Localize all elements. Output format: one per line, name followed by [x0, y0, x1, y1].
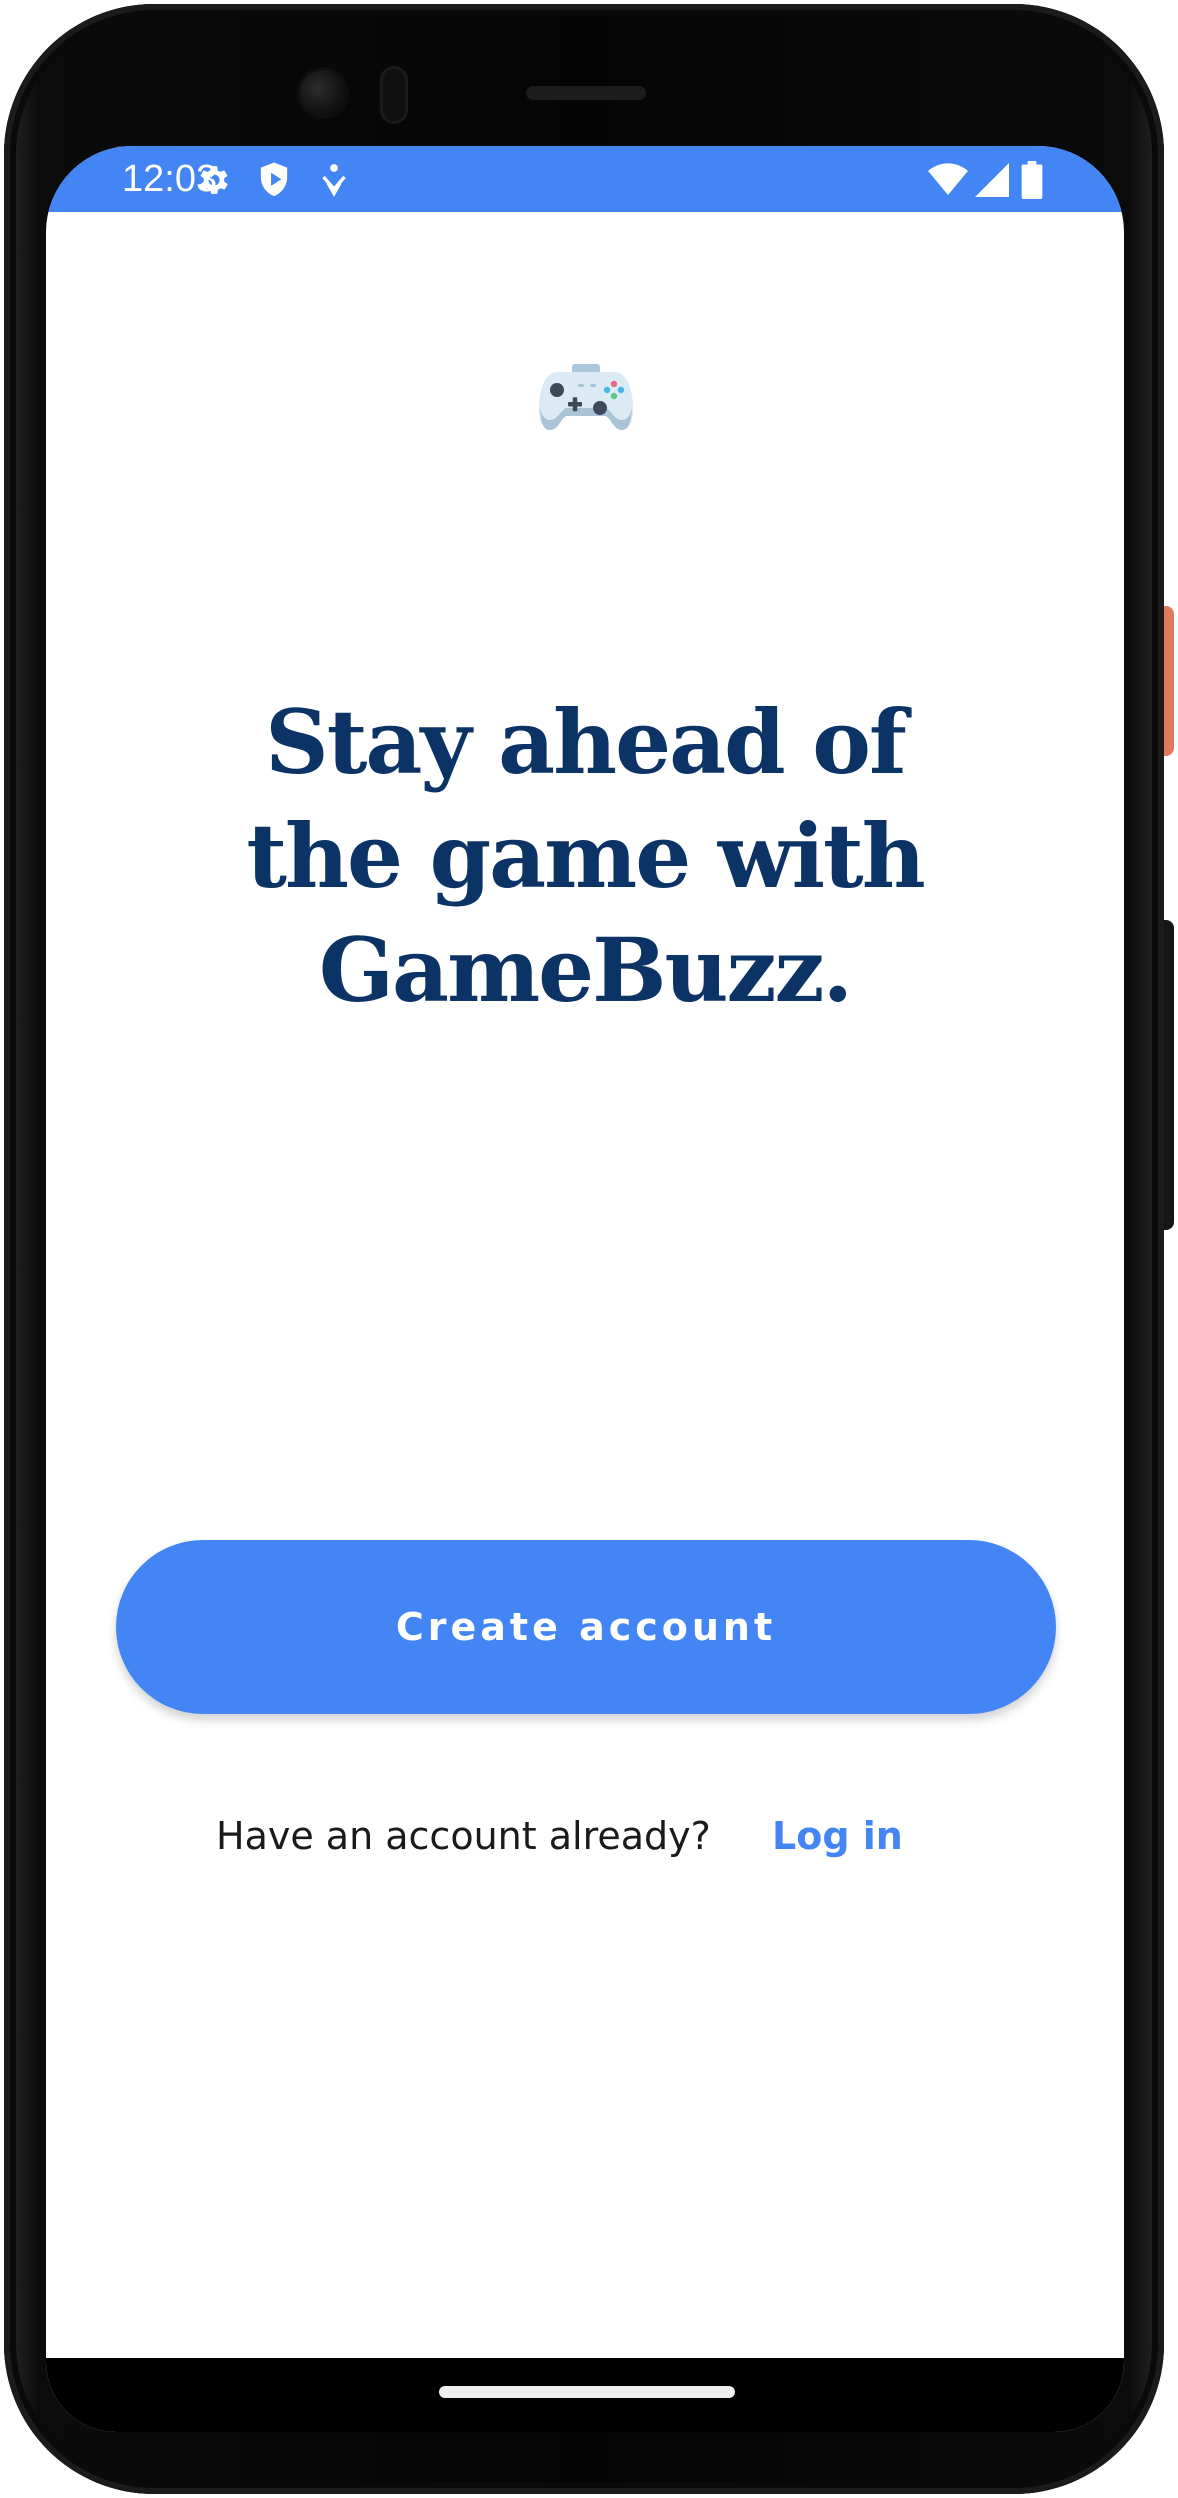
- login-prompt: Have an account already?: [216, 1814, 711, 1858]
- power-button: [1164, 606, 1174, 756]
- headline: Stay ahead of the game with GameBuzz.: [246, 689, 925, 1022]
- front-camera: [300, 70, 346, 116]
- create-account-button[interactable]: Create account: [116, 1540, 1056, 1714]
- battery-icon: [1012, 160, 1052, 200]
- gear-icon: [194, 160, 234, 200]
- game-controller-icon: [536, 358, 636, 438]
- phone-screen: 12:03 Stay ahead of the game with GameBu…: [46, 146, 1124, 2432]
- accessibility-icon: [314, 160, 354, 200]
- signal-icon: [972, 160, 1012, 200]
- status-bar: 12:03: [46, 146, 1124, 212]
- home-gesture-bar[interactable]: [439, 2386, 735, 2398]
- wifi-icon: [928, 160, 968, 200]
- shield-play-icon: [254, 160, 294, 200]
- login-row: Have an account already? Log in: [46, 1806, 1124, 1866]
- proximity-sensor: [380, 66, 408, 124]
- login-link[interactable]: Log in: [772, 1806, 903, 1866]
- volume-button: [1164, 920, 1174, 1230]
- earpiece-speaker: [526, 86, 646, 100]
